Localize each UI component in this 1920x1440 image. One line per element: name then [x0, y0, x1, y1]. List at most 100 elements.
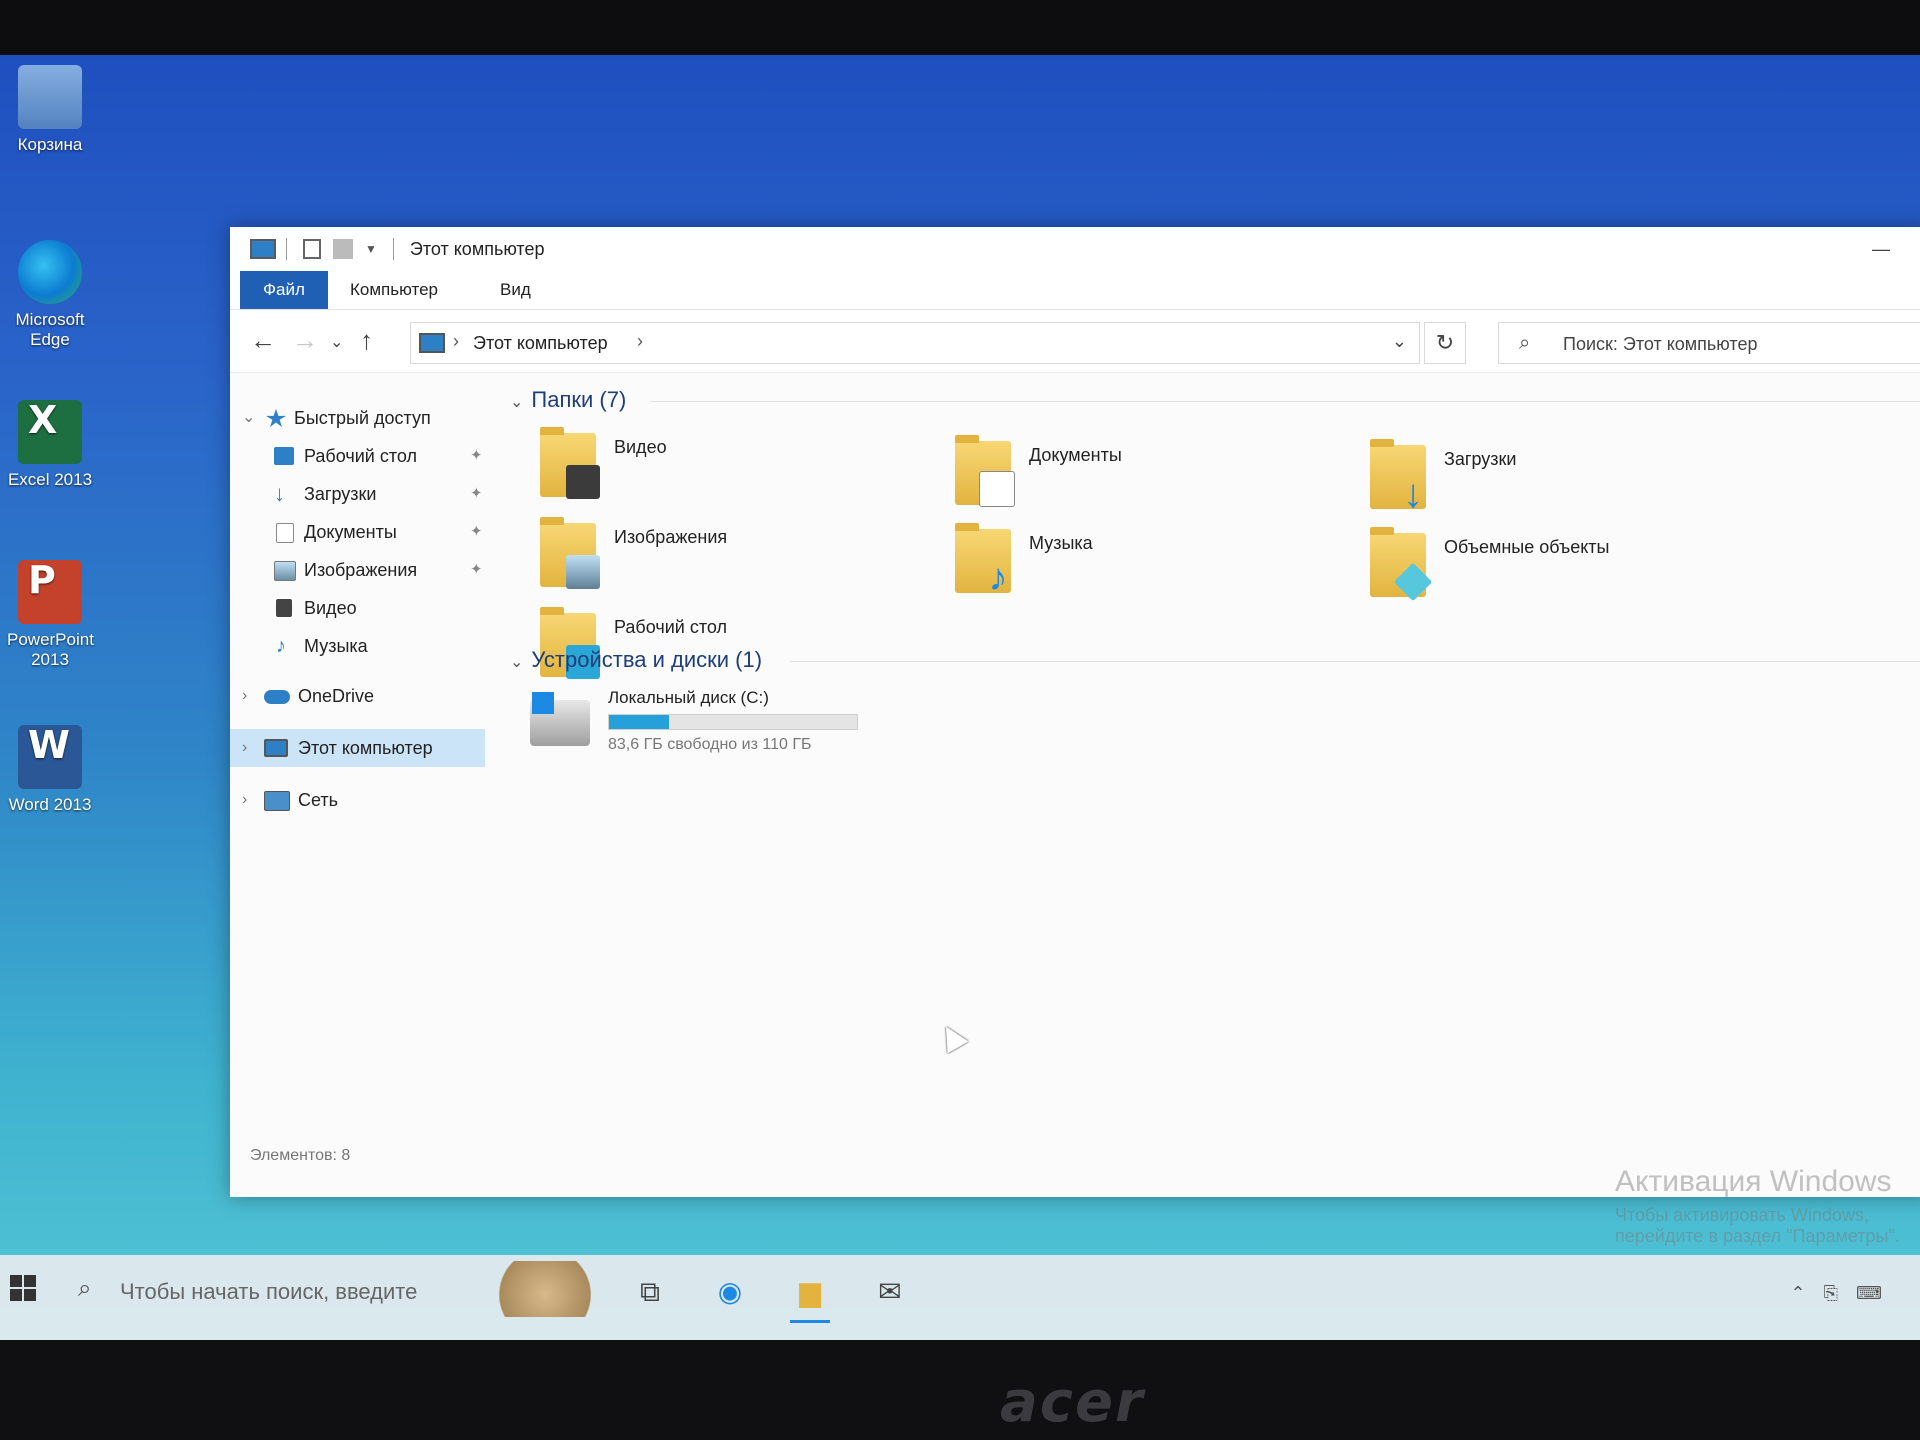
folder-3d-objects[interactable]: Объемные объекты — [1370, 527, 1710, 613]
item-count: Элементов: 8 — [250, 1147, 351, 1164]
desktop-icon-label: PowerPoint 2013 — [7, 630, 94, 669]
forward-button[interactable]: → — [292, 325, 318, 356]
desktop-icon-excel[interactable]: X Excel 2013 — [0, 400, 100, 490]
folder-music[interactable]: ♪ Музыка — [955, 523, 1295, 609]
sidebar-item-video[interactable]: Видео — [230, 589, 485, 627]
chevron-down-icon[interactable]: ⌄ — [242, 399, 255, 437]
group-header-devices[interactable]: ⌄ Устройства и диски (1) — [510, 647, 762, 673]
word-icon: W — [18, 725, 82, 789]
sidebar-item-pictures[interactable]: Изображения ✦ — [230, 551, 485, 589]
file-explorer-icon[interactable]: ▆ — [785, 1267, 835, 1323]
sidebar-item-onedrive[interactable]: › OneDrive — [230, 677, 485, 715]
sidebar-item-label: OneDrive — [298, 686, 375, 706]
folder-documents[interactable]: Документы — [955, 435, 1295, 521]
group-header-label: Папки (7) — [531, 387, 627, 412]
pin-icon[interactable]: ✦ — [470, 475, 483, 513]
window-title: Этот компьютер — [409, 238, 545, 259]
pin-icon[interactable]: ✦ — [470, 437, 483, 475]
edge-icon[interactable]: ◉ — [705, 1267, 755, 1317]
breadcrumb-this-pc[interactable]: Этот компьютер — [473, 333, 608, 354]
properties-icon[interactable] — [303, 239, 321, 259]
sidebar-item-label: Музыка — [304, 636, 368, 656]
pin-icon[interactable]: ✦ — [470, 551, 483, 589]
star-icon — [266, 409, 286, 427]
sidebar-item-label: Загрузки — [304, 484, 377, 504]
desktop-icon-word[interactable]: W Word 2013 — [0, 725, 100, 815]
desktop-icon-recycle-bin[interactable]: Корзина — [0, 65, 100, 155]
desktop-icon-powerpoint[interactable]: P PowerPoint 2013 — [0, 560, 100, 670]
powerpoint-icon: P — [18, 560, 82, 624]
ribbon-tabs: Файл Компьютер Вид — [230, 271, 1920, 310]
chevron-right-icon[interactable]: › — [453, 331, 459, 352]
drive-c[interactable]: Локальный диск (C:) 83,6 ГБ свободно из … — [530, 688, 930, 758]
sidebar-item-label: Этот компьютер — [298, 738, 433, 758]
system-tray[interactable]: ⌃⎘⌨ — [1791, 1283, 1900, 1304]
sidebar-item-quick-access[interactable]: ⌄ Быстрый доступ — [230, 399, 485, 437]
navigation-bar: ← → ⌄ ↑ › Этот компьютер › ⌄ ↻ ⌕ Поиск: … — [230, 310, 1920, 373]
search-icon: ⌕ — [1519, 332, 1531, 354]
sidebar-item-documents[interactable]: Документы ✦ — [230, 513, 485, 551]
pin-icon[interactable]: ✦ — [470, 513, 483, 551]
folder-video[interactable]: Видео — [540, 427, 880, 513]
image-icon — [274, 561, 296, 581]
search-highlight-image — [490, 1261, 600, 1317]
up-button[interactable]: ↑ — [360, 325, 373, 356]
tab-computer[interactable]: Компьютер — [350, 271, 438, 309]
minimize-button[interactable]: — — [1872, 239, 1890, 260]
mail-icon[interactable]: ✉ — [865, 1267, 915, 1317]
tab-file[interactable]: Файл — [240, 271, 328, 309]
desktop-icon-label: Excel 2013 — [7, 470, 93, 489]
chevron-right-icon[interactable]: › — [637, 331, 643, 352]
chevron-right-icon[interactable]: › — [242, 729, 247, 767]
address-dropdown-button[interactable]: ⌄ — [1392, 331, 1407, 352]
taskbar: ⌕ Чтобы начать поиск, введите ⧉ ◉ ▆ ✉ ⌃⎘… — [0, 1255, 1920, 1340]
back-button[interactable]: ← — [250, 325, 276, 356]
sidebar-item-music[interactable]: ♪ Музыка — [230, 627, 485, 665]
sidebar-item-label: Изображения — [304, 560, 418, 580]
task-view-icon[interactable]: ⧉ — [625, 1267, 675, 1317]
title-bar: ▼ Этот компьютер — — [230, 227, 1920, 271]
pictures-folder-icon — [540, 517, 600, 589]
address-bar[interactable]: › Этот компьютер › ⌄ — [410, 322, 1420, 364]
group-header-folders[interactable]: ⌄ Папки (7) — [510, 387, 626, 413]
drive-usage-bar — [608, 714, 858, 730]
new-folder-icon[interactable] — [333, 239, 353, 259]
separator — [286, 238, 287, 260]
folder-downloads[interactable]: ↓ Загрузки — [1370, 439, 1710, 525]
sidebar-item-downloads[interactable]: ↓ Загрузки ✦ — [230, 475, 485, 513]
recent-locations-dropdown[interactable]: ⌄ — [330, 332, 343, 352]
folder-label: Изображения — [614, 527, 728, 547]
folder-label: Видео — [614, 437, 667, 457]
search-box[interactable]: ⌕ Поиск: Этот компьютер — [1498, 322, 1920, 364]
folder-pictures[interactable]: Изображения — [540, 517, 880, 603]
sidebar-item-desktop[interactable]: Рабочий стол ✦ — [230, 437, 485, 475]
sidebar-item-label: Быстрый доступ — [294, 408, 431, 428]
start-button[interactable] — [10, 1275, 36, 1301]
refresh-button[interactable]: ↻ — [1424, 322, 1466, 364]
desktop: Корзина Microsoft Edge X Excel 2013 P Po… — [0, 55, 1920, 1340]
activation-watermark: Активация Windows Чтобы активировать Win… — [1615, 1165, 1915, 1247]
chevron-right-icon[interactable]: › — [242, 781, 247, 819]
chevron-down-icon[interactable]: ⌄ — [510, 394, 523, 411]
separator — [392, 238, 394, 260]
quick-access-toolbar-dropdown[interactable]: ▼ — [365, 242, 377, 256]
tab-view[interactable]: Вид — [500, 271, 531, 309]
download-icon: ↓ — [274, 481, 285, 506]
video-icon — [276, 599, 292, 617]
sidebar-item-this-pc[interactable]: › Этот компьютер — [230, 729, 485, 767]
brand-logo: acer — [1000, 1370, 1145, 1435]
search-placeholder[interactable]: Поиск: Этот компьютер — [1563, 334, 1757, 355]
music-icon: ♪ — [276, 635, 286, 657]
sidebar-item-label: Рабочий стол — [304, 446, 417, 466]
desktop-icon-edge[interactable]: Microsoft Edge — [0, 240, 100, 350]
sidebar-item-network[interactable]: › Сеть — [230, 781, 485, 819]
sidebar-item-label: Сеть — [298, 790, 339, 810]
documents-folder-icon — [955, 435, 1015, 507]
search-icon[interactable]: ⌕ — [78, 1275, 91, 1303]
chevron-down-icon[interactable]: ⌄ — [510, 654, 523, 671]
edge-icon — [18, 240, 82, 304]
taskbar-search-input[interactable]: Чтобы начать поиск, введите — [120, 1279, 417, 1305]
monitor-bezel — [0, 1340, 1920, 1440]
chevron-right-icon[interactable]: › — [242, 677, 247, 715]
folder-label: Рабочий стол — [614, 617, 727, 637]
